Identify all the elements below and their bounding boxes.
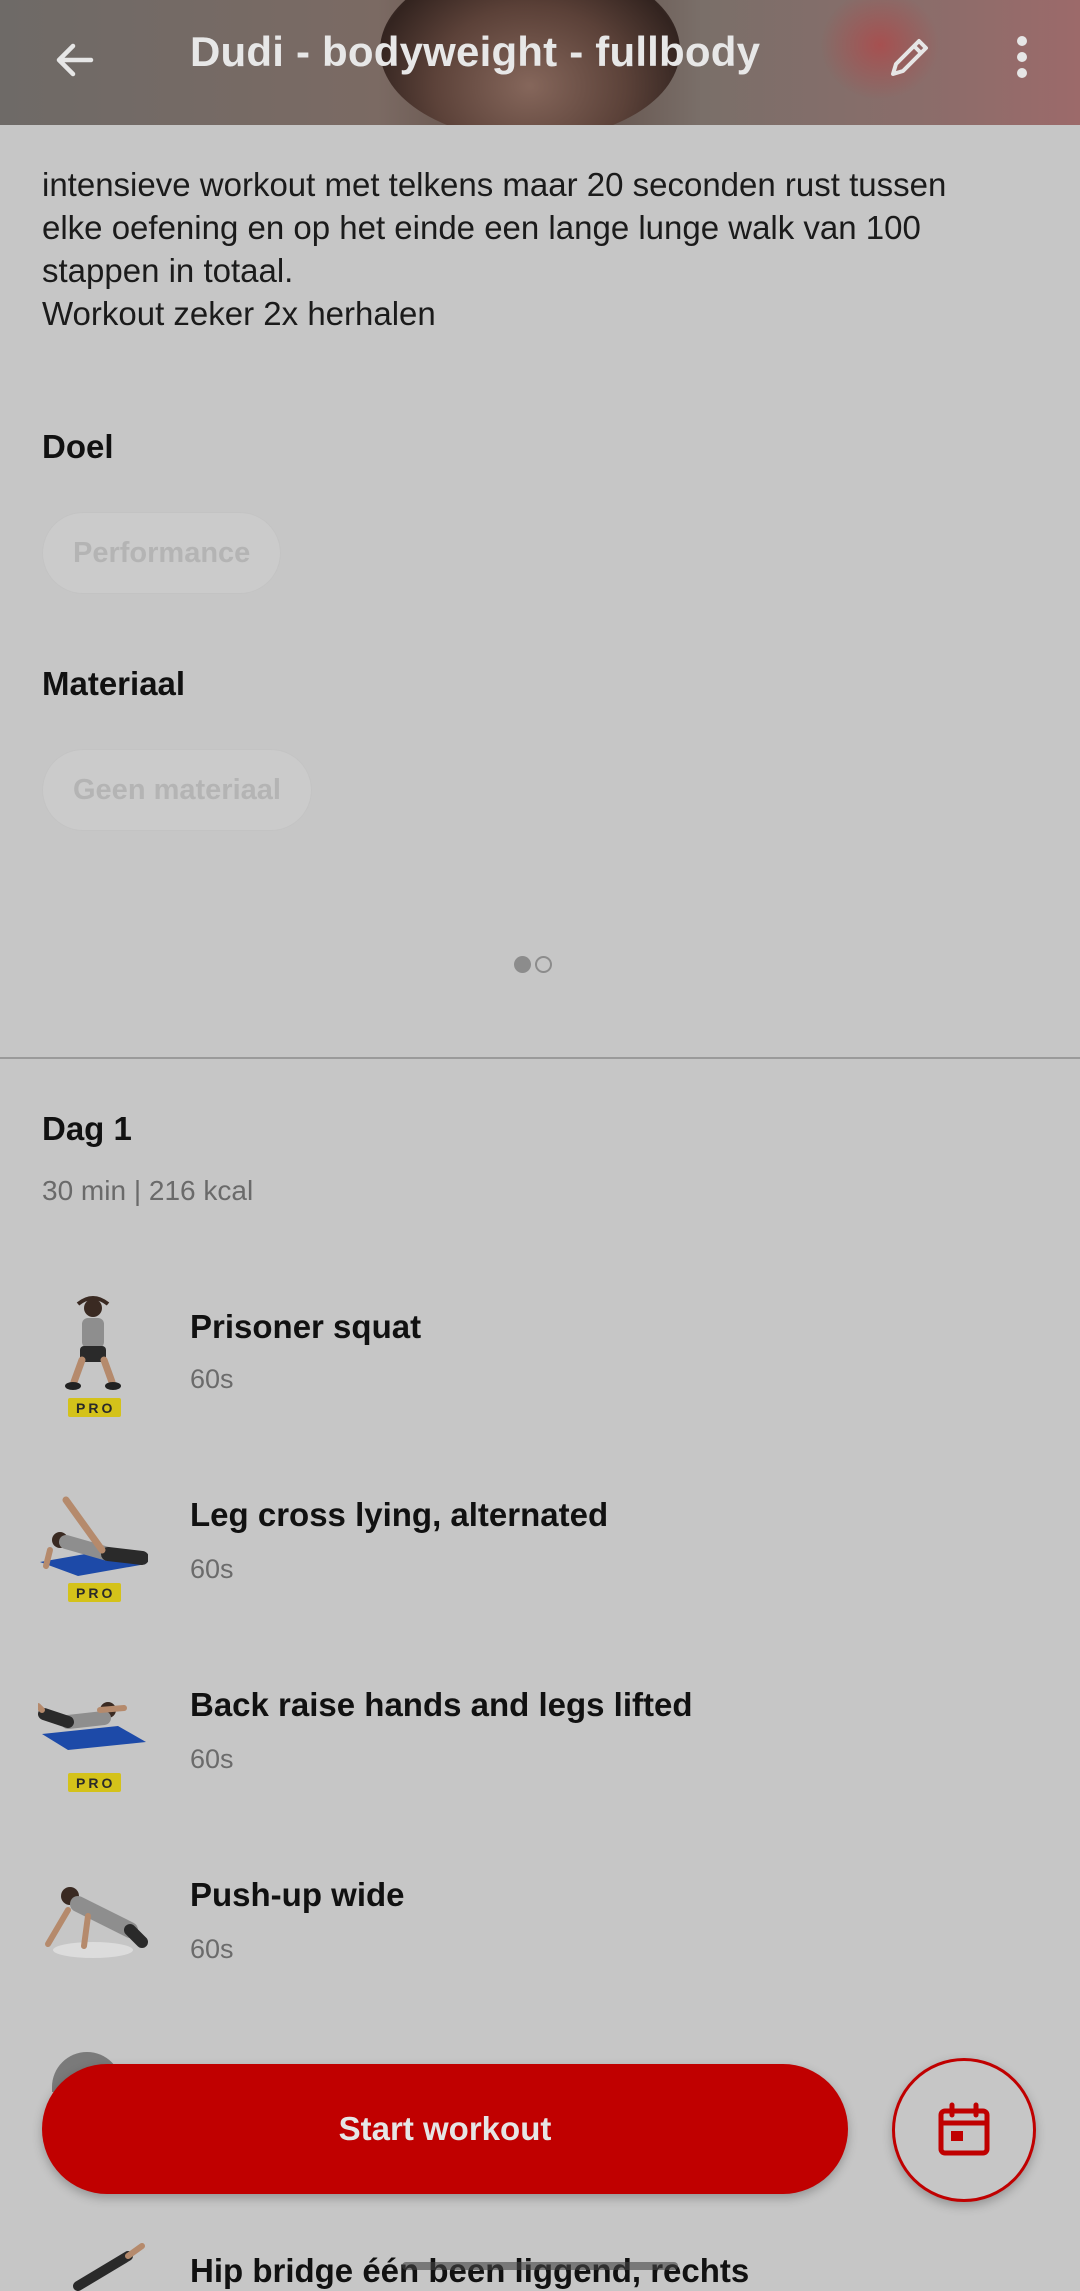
exercise-name: Push-up wide bbox=[190, 1876, 405, 1913]
exercise-duration: 60s bbox=[190, 1554, 234, 1584]
exercise-name: Hip bridge één been liggend, rechts bbox=[190, 2252, 750, 2289]
divider bbox=[0, 1057, 1080, 1059]
pro-badge: PRO bbox=[68, 1398, 122, 1417]
header-banner: Dudi - bodyweight - fullbody bbox=[0, 0, 1080, 125]
page-dot[interactable] bbox=[535, 956, 552, 973]
goal-chip: Performance bbox=[42, 512, 282, 594]
day-title: Dag 1 bbox=[42, 1110, 132, 1147]
arrow-left-icon bbox=[56, 43, 94, 77]
exercise-name: Prisoner squat bbox=[190, 1308, 422, 1345]
back-button[interactable] bbox=[40, 25, 110, 95]
exercise-row[interactable]: PRO Back raise hands and legs lifted 60s bbox=[0, 1670, 1080, 1820]
day-meta: 30 min | 216 kcal bbox=[42, 1175, 254, 1206]
exercise-thumbnail bbox=[73, 2243, 145, 2291]
exercise-row[interactable]: Push-up wide 60s bbox=[0, 1860, 1080, 2010]
exercise-thumbnail bbox=[40, 1496, 148, 1576]
goal-label: Doel bbox=[42, 428, 114, 465]
equipment-chip: Geen materiaal bbox=[42, 749, 312, 831]
calendar-icon bbox=[938, 2102, 990, 2156]
exercise-thumbnail bbox=[45, 1887, 148, 1958]
exercise-thumbnail bbox=[65, 1296, 121, 1390]
page-title: Dudi - bodyweight - fullbody bbox=[190, 28, 761, 75]
pro-badge: PRO bbox=[68, 1583, 122, 1602]
exercise-duration: 60s bbox=[190, 1934, 234, 1964]
exercise-duration: 60s bbox=[190, 1364, 234, 1394]
pro-badge: PRO bbox=[68, 1773, 122, 1792]
schedule-button[interactable] bbox=[892, 2058, 1036, 2202]
edit-button[interactable] bbox=[875, 22, 945, 92]
more-options-button[interactable] bbox=[1000, 22, 1044, 92]
exercise-row[interactable]: PRO Prisoner squat 60s bbox=[0, 1290, 1080, 1440]
start-workout-button[interactable]: Start workout bbox=[42, 2064, 848, 2194]
page-indicator bbox=[514, 956, 552, 973]
pencil-icon bbox=[891, 39, 928, 76]
exercise-thumbnail bbox=[38, 1702, 146, 1750]
page-dot-active[interactable] bbox=[514, 956, 531, 973]
exercise-duration: 60s bbox=[190, 1744, 234, 1774]
more-vertical-icon bbox=[1017, 36, 1027, 78]
exercise-row[interactable]: PRO Leg cross lying, alternated 60s bbox=[0, 1480, 1080, 1630]
exercise-name: Leg cross lying, alternated bbox=[190, 1496, 609, 1533]
home-indicator bbox=[402, 2262, 678, 2270]
exercise-name: Back raise hands and legs lifted bbox=[190, 1686, 693, 1723]
equipment-label: Materiaal bbox=[42, 665, 186, 702]
workout-description: intensieve workout met telkens maar 20 s… bbox=[42, 166, 947, 332]
